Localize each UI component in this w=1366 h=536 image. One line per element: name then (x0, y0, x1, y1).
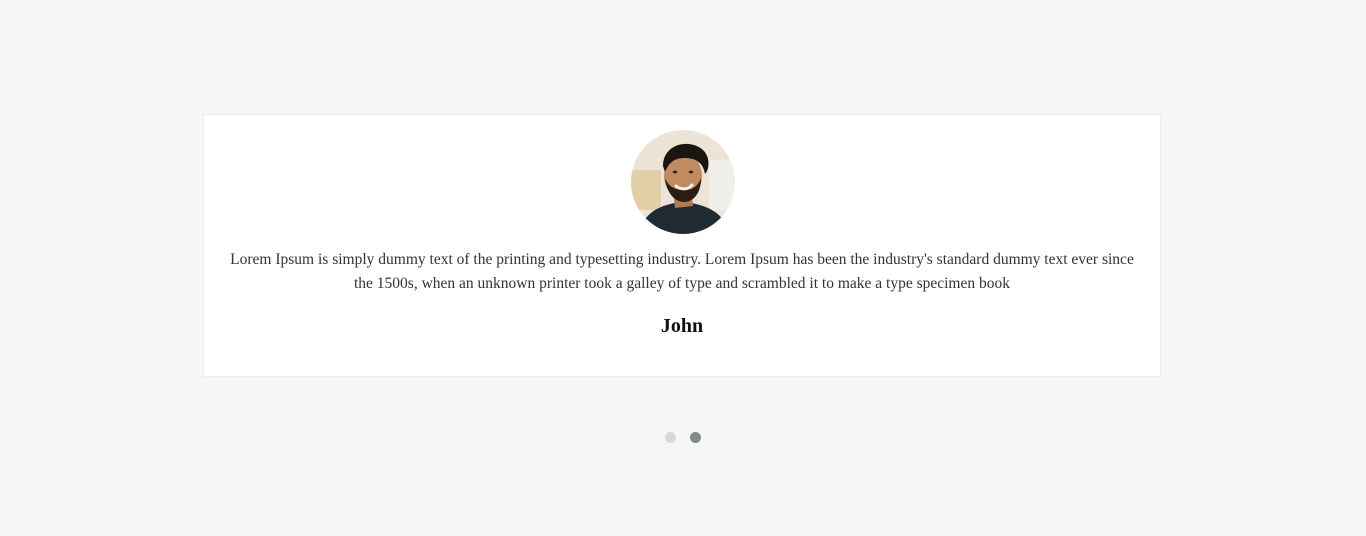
testimonial-quote: Lorem Ipsum is simply dummy text of the … (230, 251, 1134, 292)
avatar (631, 130, 735, 234)
pagination-dot-1[interactable] (665, 432, 676, 443)
testimonial-section: Lorem Ipsum is simply dummy text of the … (0, 0, 1366, 536)
pagination-dot-2[interactable] (690, 432, 701, 443)
person-photo-icon (631, 130, 735, 234)
carousel-pagination (665, 432, 701, 443)
testimonial-author: John (660, 315, 704, 337)
testimonial-card: Lorem Ipsum is simply dummy text of the … (203, 114, 1161, 377)
